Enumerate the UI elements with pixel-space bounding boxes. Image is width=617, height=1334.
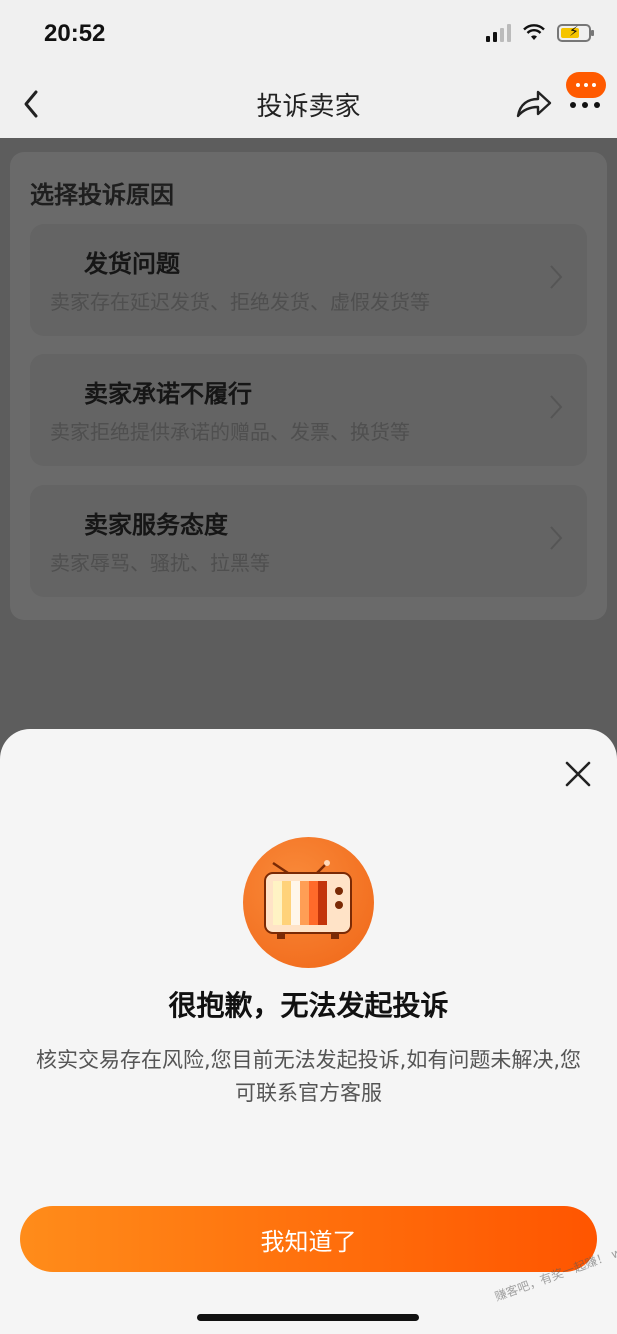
home-indicator[interactable] (197, 1314, 419, 1321)
chevron-right-icon (550, 265, 563, 289)
reason-item-promise[interactable]: 卖家承诺不履行 卖家拒绝提供承诺的赠品、发票、换货等 (30, 354, 587, 466)
nav-bar: 投诉卖家 (0, 72, 617, 138)
cellular-signal-icon (486, 24, 511, 42)
wifi-icon (523, 24, 545, 40)
dialog-title: 很抱歉，无法发起投诉 (168, 989, 449, 1022)
reason-title: 卖家服务态度 (84, 511, 228, 539)
tv-illustration (243, 837, 374, 968)
chevron-right-icon (550, 526, 563, 550)
reason-description: 卖家存在延迟发货、拒绝发货、虚假发货等 (50, 290, 430, 314)
close-icon[interactable] (564, 760, 592, 788)
reason-item-shipping[interactable]: 发货问题 卖家存在延迟发货、拒绝发货、虚假发货等 (30, 224, 587, 336)
reason-item-service[interactable]: 卖家服务态度 卖家辱骂、骚扰、拉黑等 (30, 485, 587, 597)
reason-description: 卖家辱骂、骚扰、拉黑等 (50, 551, 270, 575)
dialog-message: 核实交易存在风险,您目前无法发起投诉,如有问题未解决,您可联系官方客服 (35, 1048, 582, 1105)
status-icons: ⚡ (486, 24, 594, 42)
battery-icon: ⚡ (557, 24, 594, 42)
tv-icon (264, 860, 352, 939)
reason-title: 卖家承诺不履行 (84, 380, 252, 408)
status-time: 20:52 (44, 20, 106, 47)
chevron-right-icon (550, 395, 563, 419)
acknowledge-button[interactable]: 我知道了 (20, 1206, 597, 1272)
status-bar: 20:52 ⚡ (0, 0, 617, 72)
more-menu-button[interactable] (566, 72, 606, 98)
reason-description: 卖家拒绝提供承诺的赠品、发票、换货等 (50, 420, 410, 444)
share-icon[interactable] (514, 86, 554, 122)
section-title: 选择投诉原因 (30, 181, 174, 209)
reason-title: 发货问题 (84, 250, 180, 278)
